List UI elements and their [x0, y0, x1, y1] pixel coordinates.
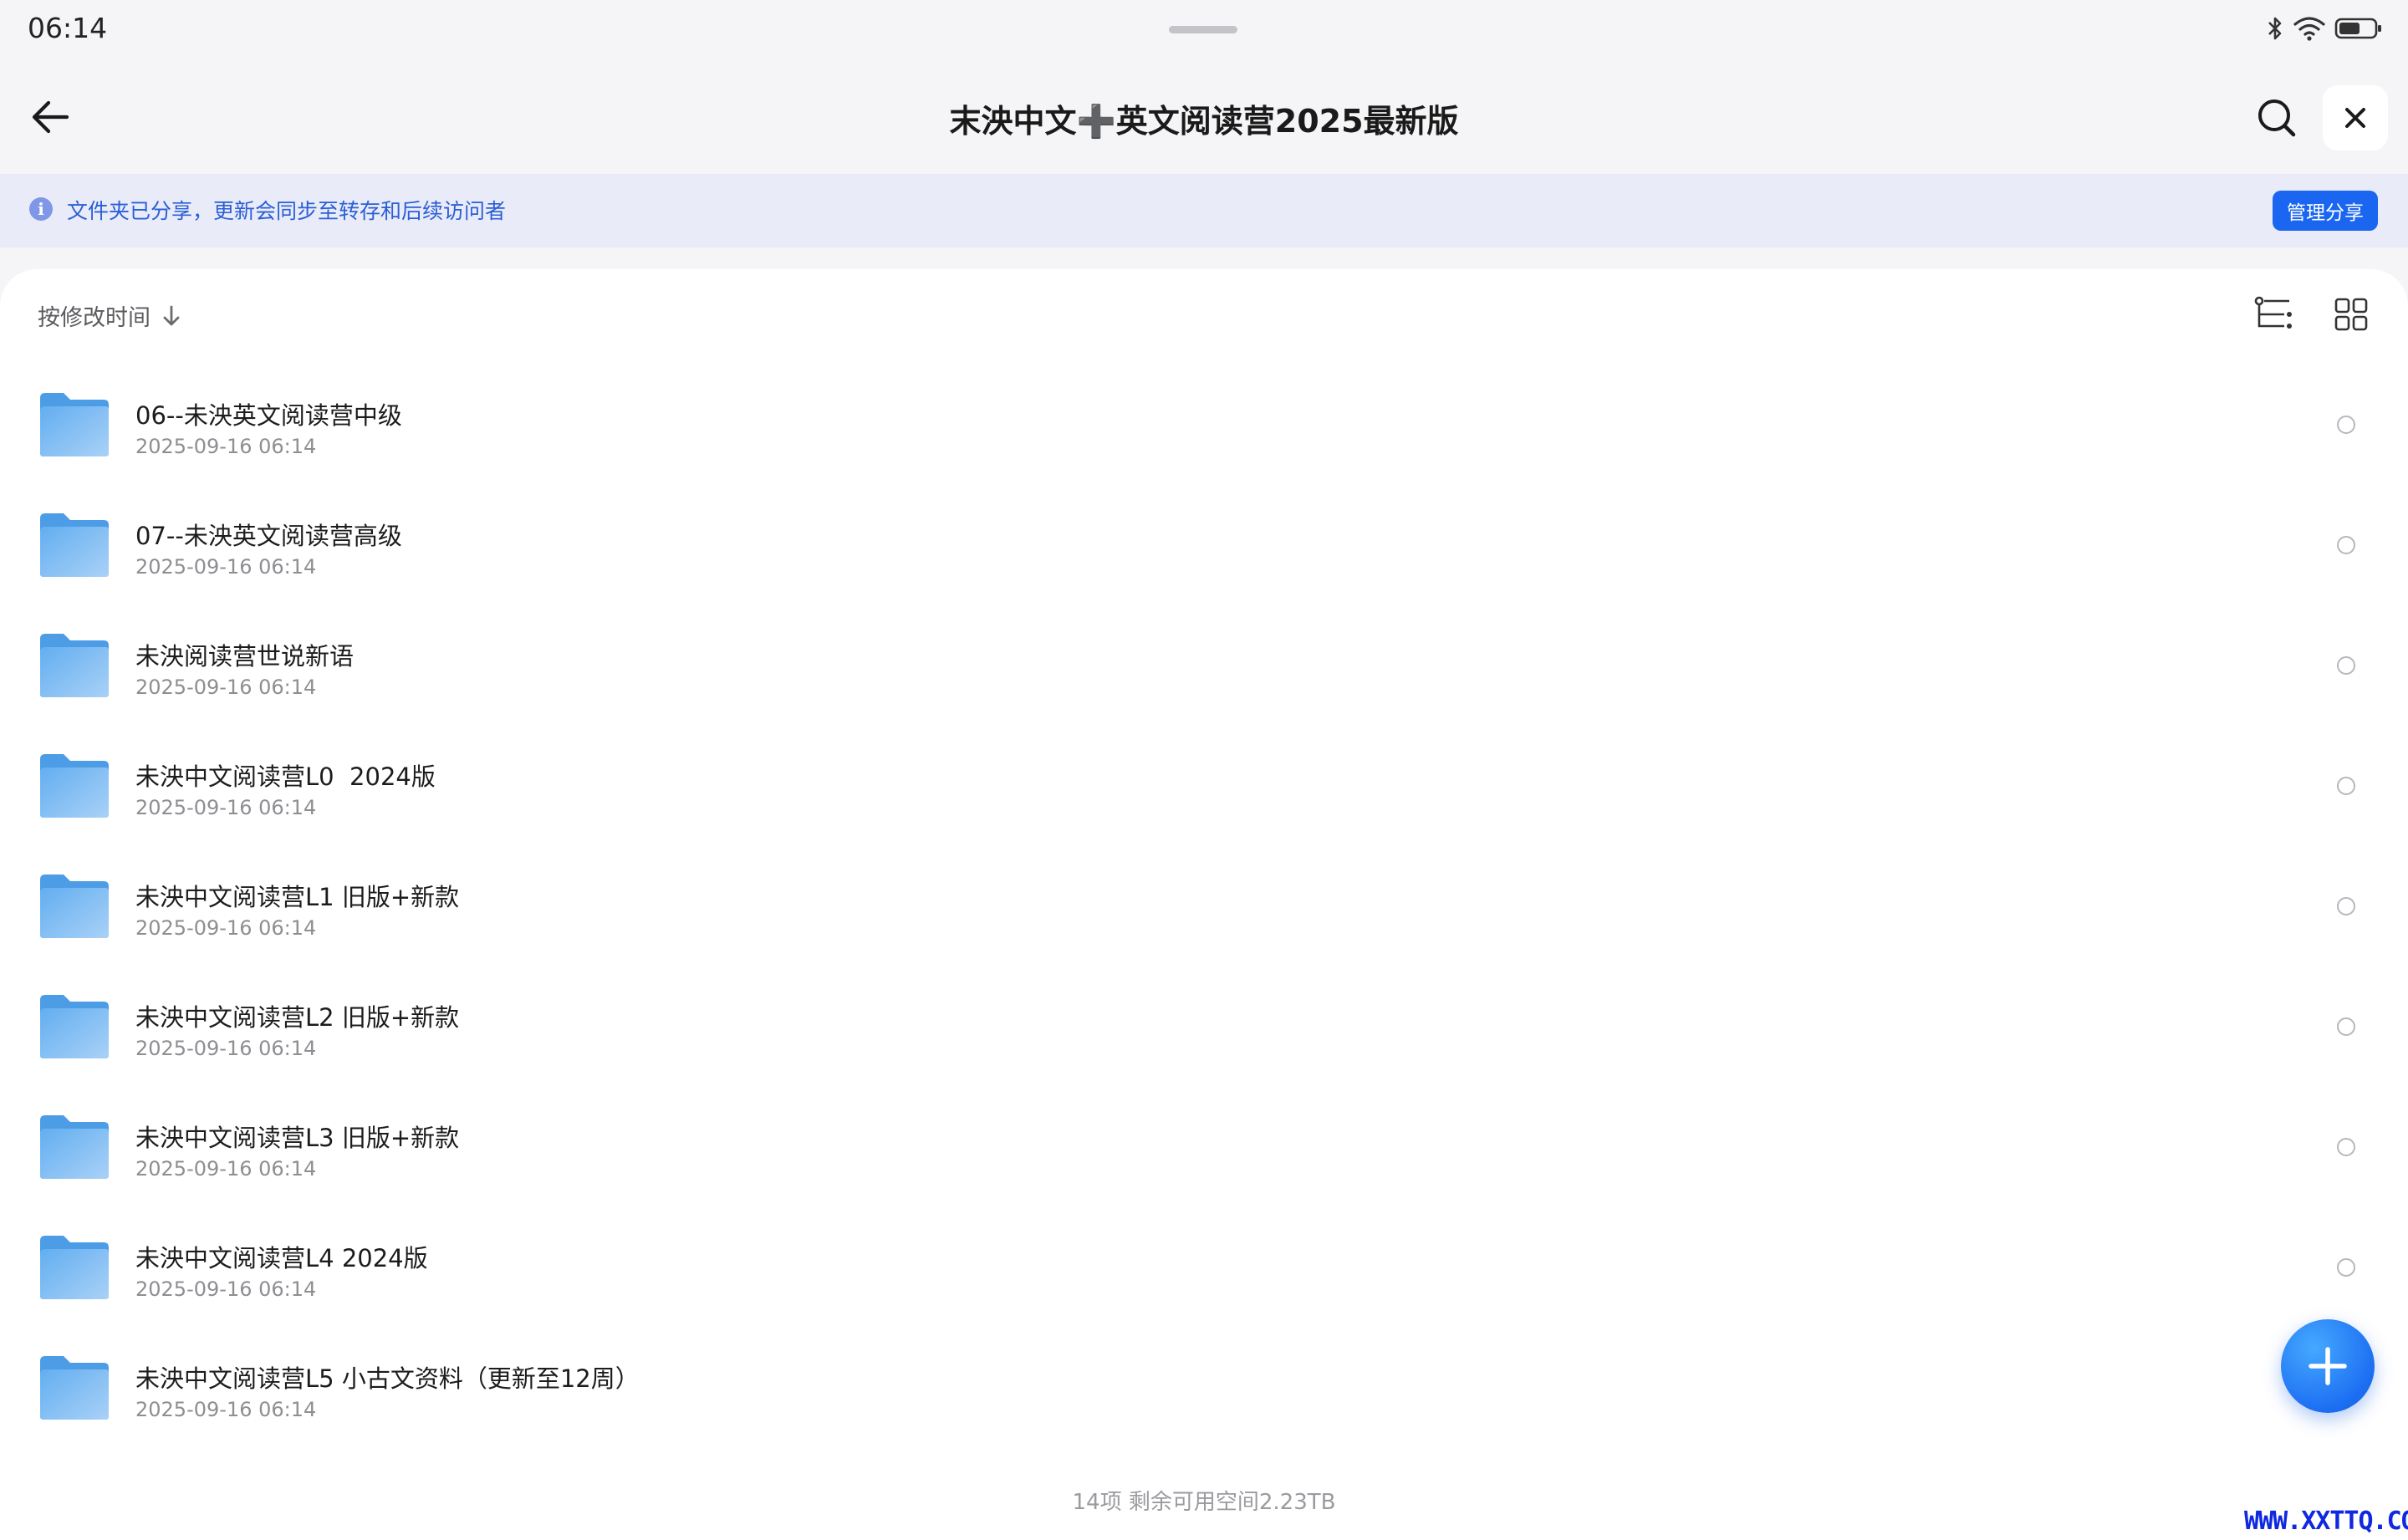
list-item[interactable]: 06--未泱英文阅读营中级 2025-09-16 06:14	[0, 361, 2408, 482]
file-name: 未泱阅读营世说新语	[135, 642, 355, 671]
bluetooth-icon	[2268, 17, 2282, 40]
sort-arrow-down-icon	[162, 304, 181, 328]
header: 末泱中文➕英文阅读营2025最新版	[0, 59, 2408, 174]
folder-icon	[40, 634, 109, 697]
grid-view-button[interactable]	[2328, 291, 2375, 338]
search-icon	[2258, 99, 2296, 137]
tree-structure-icon	[2254, 296, 2292, 329]
status-icons	[2266, 15, 2383, 42]
list-item[interactable]: 未泱中文阅读营L0 2024版 2025-09-16 06:14	[0, 722, 2408, 843]
select-checkbox[interactable]	[2337, 1017, 2355, 1036]
file-name: 06--未泱英文阅读营中级	[135, 401, 402, 430]
select-checkbox[interactable]	[2337, 416, 2355, 434]
folder-icon	[40, 875, 109, 938]
folder-icon	[40, 1356, 109, 1420]
file-list: 06--未泱英文阅读营中级 2025-09-16 06:14 07--未泱英文阅…	[0, 361, 2408, 1445]
select-checkbox[interactable]	[2337, 777, 2355, 795]
folder-icon	[40, 513, 109, 577]
file-date: 2025-09-16 06:14	[135, 1157, 317, 1180]
status-bar: 06:14	[0, 0, 2408, 59]
list-item[interactable]: 07--未泱英文阅读营高级 2025-09-16 06:14	[0, 482, 2408, 602]
folder-icon	[40, 995, 109, 1058]
manage-share-button[interactable]: 管理分享	[2273, 191, 2378, 231]
sort-selector[interactable]: 按修改时间	[38, 299, 181, 332]
file-name: 07--未泱英文阅读营高级	[135, 522, 402, 550]
battery-icon	[2334, 18, 2381, 39]
drag-handle[interactable]	[1169, 26, 1237, 33]
list-item[interactable]: 未泱阅读营世说新语 2025-09-16 06:14	[0, 602, 2408, 722]
file-name: 未泱中文阅读营L4 2024版	[135, 1244, 428, 1272]
file-date: 2025-09-16 06:14	[135, 435, 317, 458]
file-name: 未泱中文阅读营L0 2024版	[135, 762, 436, 791]
file-date: 2025-09-16 06:14	[135, 1277, 317, 1301]
grid-icon	[2334, 298, 2368, 331]
watermark: WWW.XXTTQ.COM	[2244, 1507, 2408, 1536]
file-name: 未泱中文阅读营L3 旧版+新款	[135, 1124, 460, 1152]
select-checkbox[interactable]	[2337, 536, 2355, 554]
file-date: 2025-09-16 06:14	[135, 555, 317, 579]
list-item[interactable]: 未泱中文阅读营L1 旧版+新款 2025-09-16 06:14	[0, 843, 2408, 963]
folder-icon	[40, 1236, 109, 1299]
folder-icon	[40, 393, 109, 456]
page-title: 末泱中文➕英文阅读营2025最新版	[949, 103, 1459, 140]
file-name: 未泱中文阅读营L2 旧版+新款	[135, 1003, 460, 1032]
file-date: 2025-09-16 06:14	[135, 916, 317, 940]
file-date: 2025-09-16 06:14	[135, 1037, 317, 1060]
close-button[interactable]	[2323, 85, 2388, 150]
list-item[interactable]: 未泱中文阅读营L4 2024版 2025-09-16 06:14	[0, 1204, 2408, 1324]
file-date: 2025-09-16 06:14	[135, 676, 317, 699]
folder-icon	[40, 754, 109, 818]
storage-summary: 14项 剩余可用空间2.23TB	[1072, 1490, 1336, 1515]
banner-text: 文件夹已分享，更新会同步至转存和后续访问者	[67, 199, 507, 223]
list-item[interactable]: 未泱中文阅读营L3 旧版+新款 2025-09-16 06:14	[0, 1084, 2408, 1204]
status-time: 06:14	[28, 12, 108, 44]
file-name: 未泱中文阅读营L5 小古文资料（更新至12周）	[135, 1364, 640, 1393]
file-name: 未泱中文阅读营L1 旧版+新款	[135, 883, 460, 911]
plus-icon	[2309, 1347, 2347, 1385]
close-icon	[2345, 108, 2365, 128]
add-button[interactable]	[2281, 1319, 2375, 1413]
select-checkbox[interactable]	[2337, 656, 2355, 675]
wifi-icon	[2293, 17, 2325, 41]
select-checkbox[interactable]	[2337, 1258, 2355, 1277]
sort-label: 按修改时间	[38, 305, 150, 331]
folder-icon	[40, 1115, 109, 1179]
info-icon: i	[29, 197, 53, 221]
file-date: 2025-09-16 06:14	[135, 796, 317, 819]
share-banner: i 文件夹已分享，更新会同步至转存和后续访问者 管理分享	[0, 174, 2408, 247]
select-checkbox[interactable]	[2337, 1138, 2355, 1156]
list-item[interactable]: 未泱中文阅读营L5 小古文资料（更新至12周） 2025-09-16 06:14	[0, 1324, 2408, 1445]
file-list-card: 按修改时间 06--未泱英文阅读营中级 2025-09-16 06:14 07-…	[0, 269, 2408, 1540]
tree-view-button[interactable]	[2251, 291, 2298, 338]
search-button[interactable]	[2252, 94, 2301, 142]
file-date: 2025-09-16 06:14	[135, 1398, 317, 1421]
select-checkbox[interactable]	[2337, 897, 2355, 915]
list-item[interactable]: 未泱中文阅读营L2 旧版+新款 2025-09-16 06:14	[0, 963, 2408, 1084]
